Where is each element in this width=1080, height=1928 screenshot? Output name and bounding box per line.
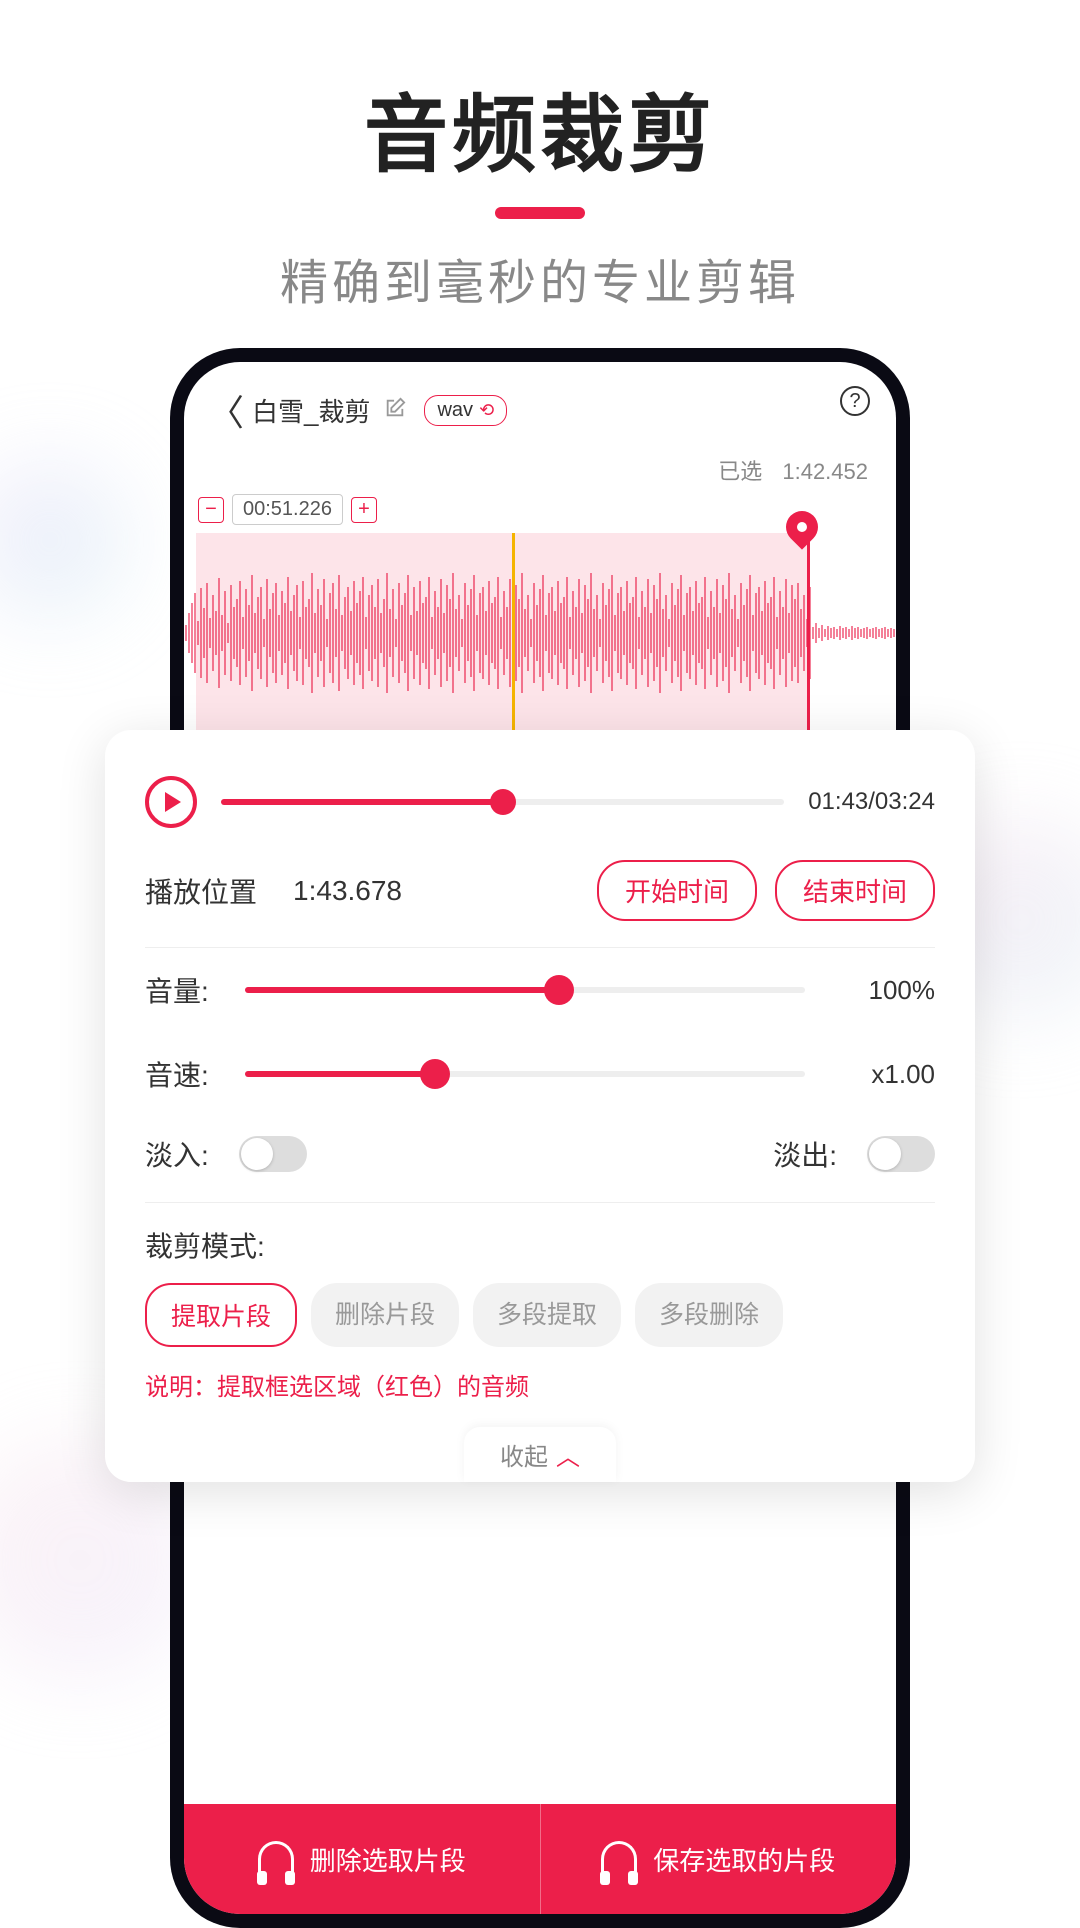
file-name: 白雪_裁剪 [252,392,370,429]
controls-panel: 01:43/03:24 播放位置 1:43.678 开始时间 结束时间 音量: … [105,730,975,1482]
back-icon[interactable]: 〈 [208,384,244,436]
collapse-tab-wrap: 收起 ︿ [145,1432,935,1482]
speed-fill [245,1071,435,1077]
loop-icon: ⟲ [479,400,494,421]
edit-icon[interactable] [384,397,406,424]
volume-value: 100% [835,975,935,1006]
speed-thumb[interactable] [420,1059,450,1089]
format-pill[interactable]: wav ⟲ [424,395,507,426]
mode-note: 说明：提取框选区域（红色）的音频 [145,1367,935,1432]
progress-fill [221,799,503,805]
progress-track[interactable] [221,799,784,805]
mode-title: 裁剪模式: [145,1203,935,1283]
collapse-label: 收起 [500,1437,548,1472]
selection-label: 已选 [718,459,762,484]
mode-multi-extract[interactable]: 多段提取 [473,1283,621,1347]
speed-label: 音速: [145,1054,245,1094]
end-time-button[interactable]: 结束时间 [775,860,935,921]
hero-subtitle: 精确到毫秒的专业剪辑 [0,243,1080,313]
selection-info: 已选 1:42.452 [184,450,896,494]
fade-in-label: 淡入: [145,1134,209,1174]
speed-value: x1.00 [835,1059,935,1090]
fade-row: 淡入: 淡出: [145,1116,935,1202]
selection-end-line [807,533,810,733]
hero: 音频裁剪 精确到毫秒的专业剪辑 [0,0,1080,313]
headphone-icon [258,1841,294,1877]
headphone-icon [601,1841,637,1877]
volume-row: 音量: 100% [145,948,935,1032]
selection-end-handle[interactable] [786,511,818,543]
fade-in-toggle[interactable] [239,1136,307,1172]
save-label: 保存选取的片段 [653,1841,835,1878]
position-row: 播放位置 1:43.678 开始时间 结束时间 [145,840,935,947]
app-header: 〈 白雪_裁剪 wav ⟲ ? [184,362,896,450]
selection-duration: 1:42.452 [782,459,868,484]
mode-pills: 提取片段 删除片段 多段提取 多段删除 [145,1283,935,1367]
position-label: 播放位置 [145,871,257,911]
hero-underline [495,207,585,219]
start-time-button[interactable]: 开始时间 [597,860,757,921]
position-value: 1:43.678 [293,875,402,907]
time-plus-button[interactable]: + [351,497,377,523]
playback-cursor[interactable] [512,533,515,733]
volume-slider[interactable] [245,987,805,993]
volume-fill [245,987,559,993]
hero-title: 音频裁剪 [0,68,1080,189]
speed-row: 音速: x1.00 [145,1032,935,1116]
waveform-svg [184,533,896,733]
volume-label: 音量: [145,970,245,1010]
collapse-button[interactable]: 收起 ︿ [464,1427,616,1482]
save-selection-button[interactable]: 保存选取的片段 [540,1804,897,1914]
play-button[interactable] [145,776,197,828]
playback-time: 01:43/03:24 [808,788,935,816]
chevron-up-icon: ︿ [556,1437,580,1472]
help-icon[interactable]: ? [840,386,870,416]
time-chip[interactable]: 00:51.226 [232,494,343,525]
mode-extract[interactable]: 提取片段 [145,1283,297,1347]
fade-out-label: 淡出: [773,1134,837,1174]
volume-thumb[interactable] [544,975,574,1005]
mode-multi-delete[interactable]: 多段删除 [635,1283,783,1347]
delete-selection-button[interactable]: 删除选取片段 [184,1804,540,1914]
playback-row: 01:43/03:24 [145,764,935,840]
delete-label: 删除选取片段 [310,1841,466,1878]
bottom-bar: 删除选取片段 保存选取的片段 [184,1804,896,1914]
format-label: wav [437,399,473,422]
fade-out-toggle[interactable] [867,1136,935,1172]
time-minus-button[interactable]: − [198,497,224,523]
mode-delete[interactable]: 删除片段 [311,1283,459,1347]
waveform[interactable] [184,533,896,733]
bg-decor [0,460,130,620]
progress-thumb[interactable] [490,789,516,815]
speed-slider[interactable] [245,1071,805,1077]
